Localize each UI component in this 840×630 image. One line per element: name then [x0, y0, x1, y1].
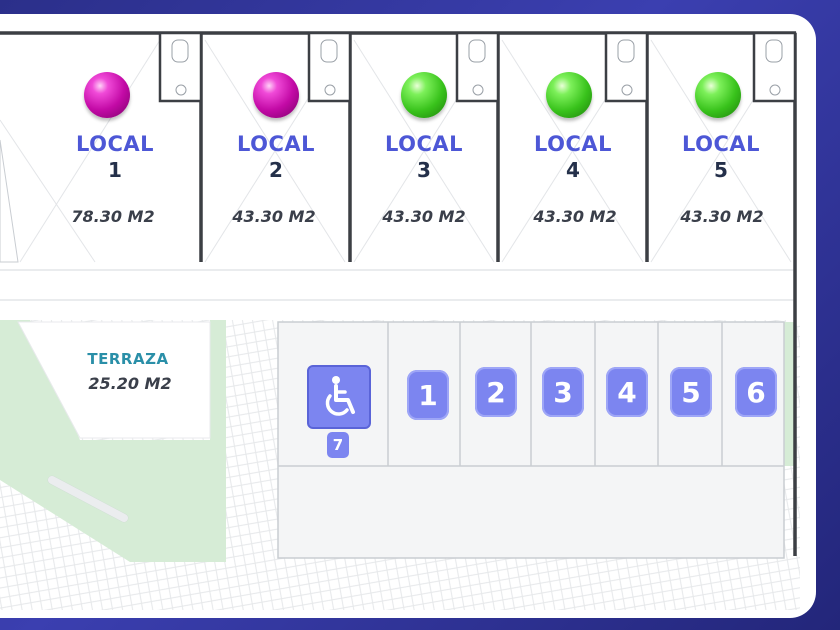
local-1-label[interactable]: LOCAL 1	[45, 132, 185, 182]
accessible-parking-badge[interactable]	[307, 365, 371, 429]
parking-spot-7-number: 7	[327, 432, 349, 458]
parking-spot-4[interactable]: 4	[606, 367, 648, 417]
local-1-number: 1	[108, 158, 122, 182]
parking-spot-5[interactable]: 5	[670, 367, 712, 417]
terraza-title: TERRAZA	[87, 350, 169, 368]
wheelchair-icon	[325, 376, 355, 416]
status-indicator-local-4	[546, 72, 592, 118]
local-2-area: 43.30 M2	[232, 207, 316, 226]
status-indicator-local-1	[84, 72, 130, 118]
local-4-number: 4	[566, 158, 580, 182]
local-3-area: 43.30 M2	[382, 207, 466, 226]
local-5-label[interactable]: LOCAL 5	[651, 132, 791, 182]
local-5-area: 43.30 M2	[680, 207, 764, 226]
parking-spot-3[interactable]: 3	[542, 367, 584, 417]
local-1-area: 78.30 M2	[71, 207, 155, 226]
parking-spot-6[interactable]: 6	[735, 367, 777, 417]
local-5-number: 5	[714, 158, 728, 182]
status-indicator-local-2	[253, 72, 299, 118]
local-4-area: 43.30 M2	[533, 207, 617, 226]
floor-plan-card: LOCAL 1 78.30 M2 LOCAL 2 43.30 M2 LOCAL …	[0, 14, 816, 618]
parking-spot-2[interactable]: 2	[475, 367, 517, 417]
local-2-label[interactable]: LOCAL 2	[206, 132, 346, 182]
status-indicator-local-3	[401, 72, 447, 118]
local-2-number: 2	[269, 158, 283, 182]
parking-spot-1[interactable]: 1	[407, 370, 449, 420]
local-3-number: 3	[417, 158, 431, 182]
local-5-title: LOCAL	[681, 132, 761, 156]
local-2-title: LOCAL	[236, 132, 316, 156]
local-3-title: LOCAL	[384, 132, 464, 156]
local-1-title: LOCAL	[75, 132, 155, 156]
terraza-area-label: 25.20 M2	[88, 374, 172, 393]
local-3-label[interactable]: LOCAL 3	[354, 132, 494, 182]
local-4-label[interactable]: LOCAL 4	[503, 132, 643, 182]
local-4-title: LOCAL	[533, 132, 613, 156]
status-indicator-local-5	[695, 72, 741, 118]
